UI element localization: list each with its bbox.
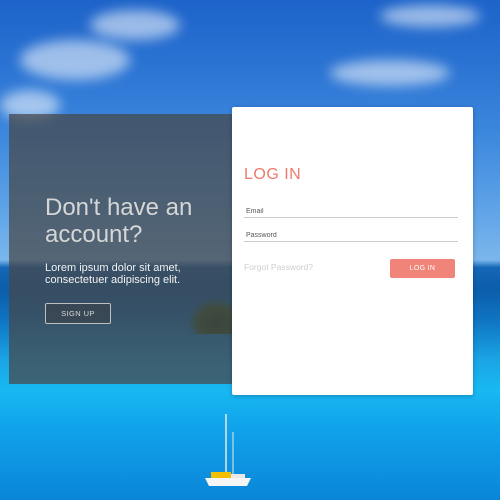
cloud [90,10,180,40]
cloud [20,40,130,80]
sailboat [205,414,251,486]
signup-heading: Don't have an account? [45,194,193,248]
login-button[interactable]: LOG IN [390,259,455,278]
login-panel: LOG IN Forgot Password? LOG IN [232,107,473,395]
login-heading: LOG IN [244,166,302,183]
email-field[interactable] [244,205,458,218]
signup-panel: Don't have an account? Lorem ipsum dolor… [9,114,232,384]
cloud [380,5,480,27]
cloud [330,60,450,86]
signup-description: Lorem ipsum dolor sit amet, consectetuer… [45,262,181,286]
forgot-password-link[interactable]: Forgot Password? [244,262,313,272]
signup-button[interactable]: SIGN UP [45,303,111,324]
password-field[interactable] [244,229,458,242]
